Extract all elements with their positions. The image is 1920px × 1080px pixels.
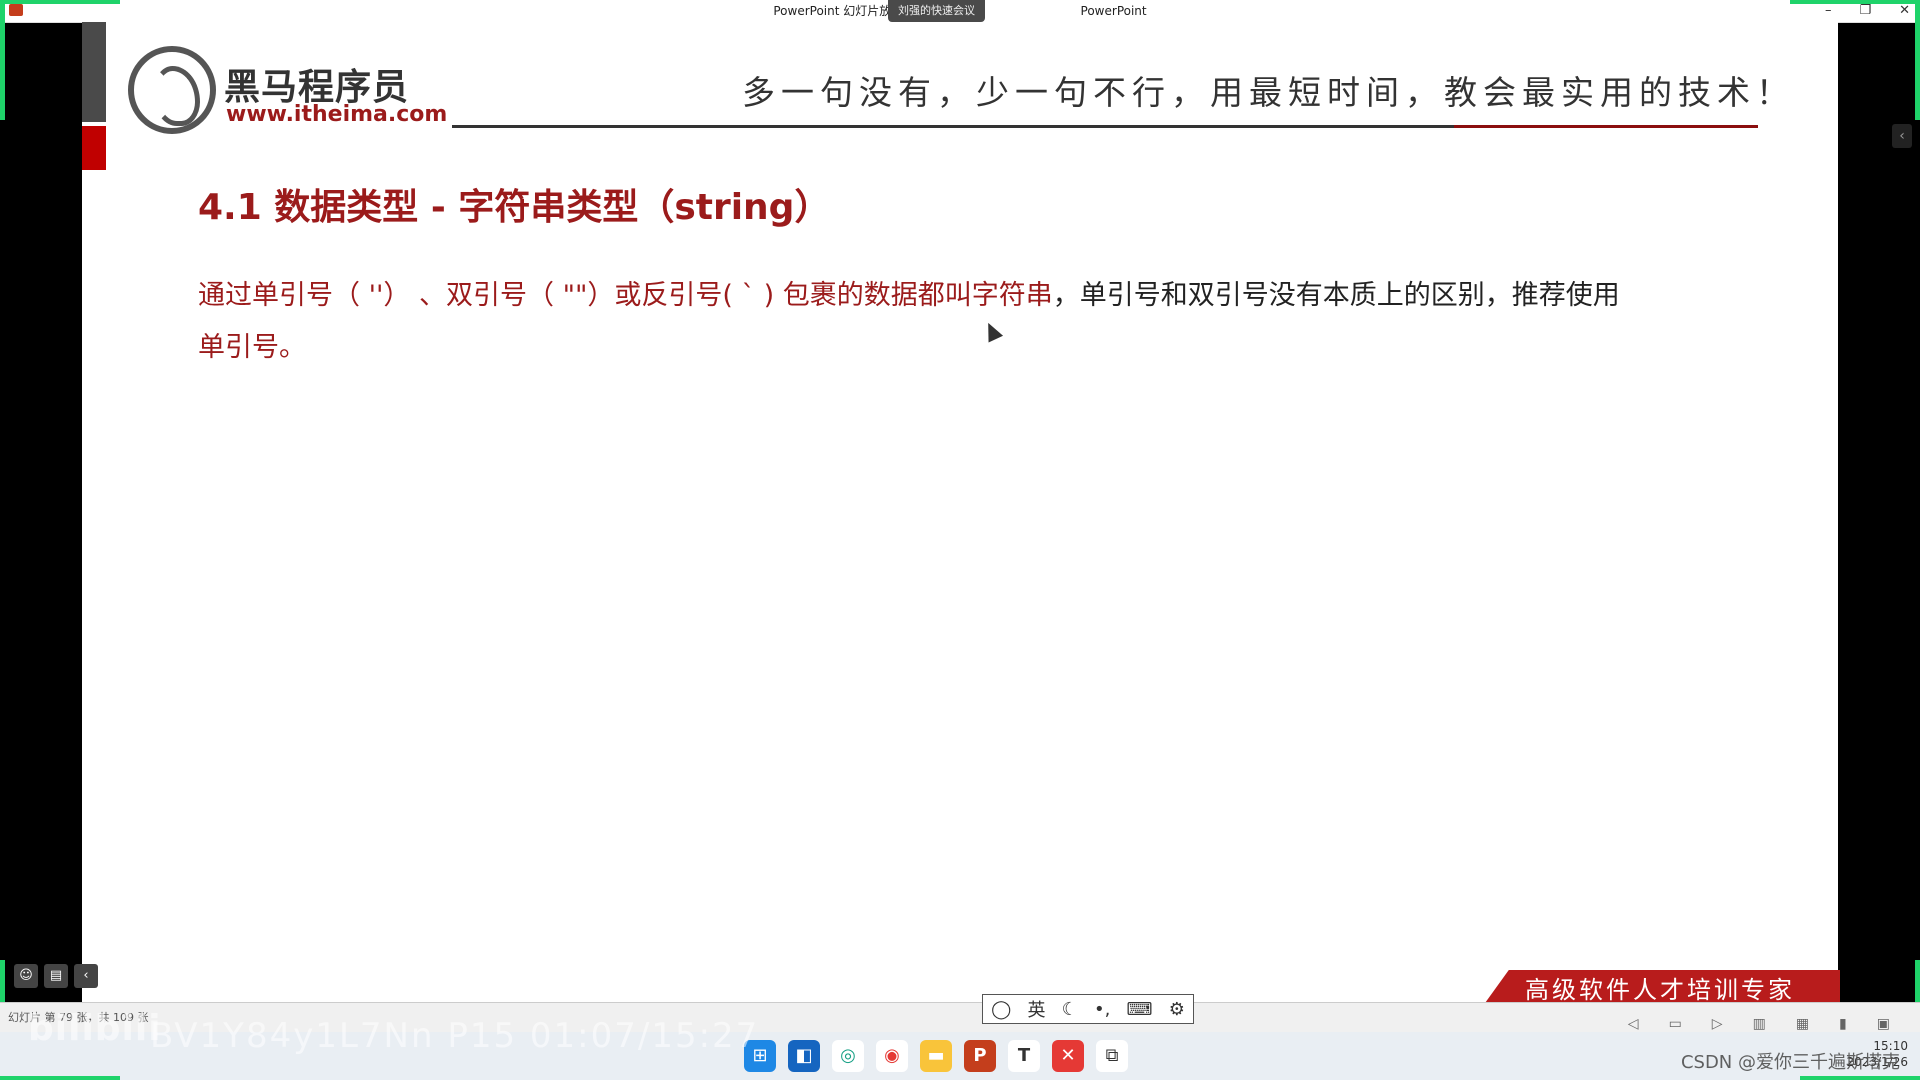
window-title-right: PowerPoint	[1080, 4, 1147, 18]
frame-edge	[0, 0, 5, 120]
header-divider-accent	[1454, 125, 1758, 128]
frame-edge	[1915, 0, 1920, 120]
slogan: 多一句没有，少一句不行，用最短时间，教会最实用的技术！	[742, 73, 1795, 112]
remote-icon[interactable]: ⧉	[1096, 1040, 1128, 1072]
typora-icon[interactable]: T	[1008, 1040, 1040, 1072]
ime-logo-icon[interactable]: ◯	[991, 999, 1011, 1020]
xmind-icon[interactable]: ✕	[1052, 1040, 1084, 1072]
frame-edge	[0, 0, 120, 4]
punctuation-icon[interactable]: •,	[1094, 999, 1110, 1020]
header-divider	[452, 125, 1528, 128]
slide-decor-bar	[82, 22, 106, 122]
collapse-arrow-icon[interactable]: ‹	[1892, 124, 1912, 148]
chevron-left-icon[interactable]: ‹	[74, 964, 98, 988]
horse-logo-icon	[128, 46, 216, 134]
ime-language-toggle[interactable]: 英	[1027, 996, 1045, 1022]
slide-body: 通过单引号（ ''） 、双引号（ ""）或反引号( ` ) 包裹的数据都叫字符串…	[198, 270, 1758, 374]
files-icon[interactable]: ▬	[920, 1040, 952, 1072]
taskbar-icons: ⊞ ◧ ◎ ◉ ▬ P T ✕ ⧉	[744, 1040, 1128, 1072]
app-icon[interactable]: ◎	[832, 1040, 864, 1072]
chrome-icon[interactable]: ◉	[876, 1040, 908, 1072]
emoji-icon[interactable]: ☺	[14, 964, 38, 988]
window-title-bar: PowerPoint 幻灯片放映 - [JavaS PowerPoint 刘强的…	[0, 0, 1920, 23]
powerpoint-icon[interactable]: P	[964, 1040, 996, 1072]
keyboard-icon[interactable]: ⌨	[1127, 999, 1153, 1020]
video-id-watermark: BV1Y84y1L7Nn P15 01:07/15:27	[150, 1016, 760, 1056]
body-text-dark: ，单引号和双引号没有本质上的区别，推荐使用	[1052, 280, 1620, 311]
meeting-indicator[interactable]: 刘强的快速会议	[888, 0, 985, 22]
overlay-tools: ☺ ▤ ‹	[14, 964, 98, 988]
bilibili-watermark: bilibili	[28, 1008, 162, 1049]
frame-edge	[0, 1076, 120, 1080]
moon-icon[interactable]: ☾	[1062, 999, 1078, 1020]
ime-toolbar: ◯ 英 ☾ •, ⌨ ⚙	[982, 994, 1194, 1024]
chat-icon[interactable]: ▤	[44, 964, 68, 988]
csdn-watermark: CSDN @爱你三千遍斯塔克	[1680, 1052, 1900, 1073]
logo-url: www.itheima.com	[226, 102, 448, 127]
frame-edge	[1790, 0, 1920, 4]
widgets-icon[interactable]: ◧	[788, 1040, 820, 1072]
slide-decor-bar-red	[82, 126, 106, 170]
body-text-red: 通过单引号（ ''） 、双引号（ ""）或反引号( ` ) 包裹的数据都叫字符串	[198, 280, 1053, 311]
slide-title: 4.1 数据类型 - 字符串类型（string）	[198, 187, 831, 228]
gear-icon[interactable]: ⚙	[1169, 999, 1185, 1020]
slide-canvas[interactable]: 黑马程序员 www.itheima.com 多一句没有，少一句不行，用最短时间，…	[82, 22, 1838, 1002]
frame-edge	[1800, 1076, 1920, 1080]
body-text-red-2: 单引号。	[198, 332, 306, 363]
